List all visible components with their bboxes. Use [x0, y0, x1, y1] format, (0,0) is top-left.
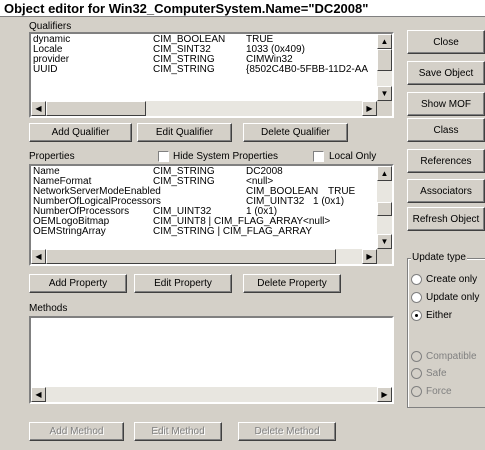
force-label: Force [426, 386, 452, 397]
qualifiers-label: Qualifiers [29, 21, 72, 32]
compatible-label: Compatible [426, 351, 477, 362]
class-button[interactable]: Class [407, 118, 485, 142]
scroll-left-icon[interactable]: ◀ [31, 387, 46, 402]
local-only-label: Local Only [329, 151, 377, 162]
properties-list[interactable]: Name CIM_STRING DC2008 NameFormat CIM_STRIN… [29, 164, 394, 266]
scroll-left-icon[interactable]: ◀ [31, 101, 46, 116]
references-button[interactable]: References [407, 149, 485, 173]
save-object-button[interactable]: Save Object [407, 61, 485, 85]
add-method-button[interactable]: Add Method [29, 422, 124, 441]
scroll-thumb[interactable] [46, 101, 146, 116]
either-label: Either [426, 310, 453, 321]
scroll-down-icon[interactable]: ▼ [377, 234, 392, 249]
update-type-label: Update type [411, 252, 467, 263]
either-radio[interactable] [411, 310, 422, 321]
force-radio[interactable] [411, 386, 422, 397]
create-only-radio[interactable] [411, 274, 422, 285]
table-row[interactable]: UUID CIM_STRING {8502C4B0-5FBB-11D2-AA [33, 65, 376, 75]
scroll-right-icon[interactable]: ▶ [362, 101, 377, 116]
edit-qualifier-button[interactable]: Edit Qualifier [137, 123, 232, 142]
compatible-radio[interactable] [411, 351, 422, 362]
refresh-object-button[interactable]: Refresh Object [407, 207, 485, 231]
show-mof-button[interactable]: Show MOF [407, 92, 485, 116]
qualifiers-list[interactable]: dynamic CIM_BOOLEAN TRUE Locale CIM_SINT32 1… [29, 32, 394, 118]
scroll-thumb[interactable] [377, 49, 392, 71]
scroll-down-icon[interactable]: ▼ [377, 86, 392, 101]
close-button[interactable]: Close [407, 30, 485, 54]
table-row[interactable]: OEMStringArray CIM_STRING | CIM_FLAG_ARRA… [33, 227, 376, 237]
create-only-label: Create only [426, 274, 478, 285]
methods-hscroll[interactable]: ◀ ▶ [31, 387, 392, 402]
associators-button[interactable]: Associators [407, 179, 485, 203]
delete-property-button[interactable]: Delete Property [243, 274, 341, 293]
radio-selected-icon [415, 314, 418, 317]
delete-qualifier-button[interactable]: Delete Qualifier [243, 123, 348, 142]
scroll-thumb[interactable] [46, 249, 336, 264]
scroll-up-icon[interactable]: ▲ [377, 34, 392, 49]
methods-label: Methods [29, 303, 68, 314]
hide-system-properties-label: Hide System Properties [173, 151, 279, 162]
scroll-up-icon[interactable]: ▲ [377, 166, 392, 181]
edit-property-button[interactable]: Edit Property [134, 274, 232, 293]
methods-list[interactable]: ◀ ▶ [29, 316, 394, 404]
scroll-thumb[interactable] [377, 202, 392, 216]
window-title: Object editor for Win32_ComputerSystem.N… [0, 0, 485, 17]
properties-label: Properties [29, 151, 75, 162]
update-only-label: Update only [426, 292, 480, 303]
safe-label: Safe [426, 368, 447, 379]
delete-method-button[interactable]: Delete Method [238, 422, 336, 441]
add-property-button[interactable]: Add Property [29, 274, 127, 293]
safe-radio[interactable] [411, 368, 422, 379]
hide-system-properties-checkbox[interactable] [158, 151, 169, 162]
qualifiers-vscroll[interactable]: ▲ ▼ [377, 34, 392, 101]
scroll-right-icon[interactable]: ▶ [362, 249, 377, 264]
scroll-right-icon[interactable]: ▶ [377, 387, 392, 402]
update-only-radio[interactable] [411, 292, 422, 303]
qualifiers-hscroll[interactable]: ◀ ▶ [31, 101, 377, 116]
properties-hscroll[interactable]: ◀ ▶ [31, 249, 377, 264]
add-qualifier-button[interactable]: Add Qualifier [29, 123, 132, 142]
local-only-checkbox[interactable] [313, 151, 324, 162]
scroll-left-icon[interactable]: ◀ [31, 249, 46, 264]
edit-method-button[interactable]: Edit Method [134, 422, 222, 441]
properties-vscroll[interactable]: ▲ ▼ [377, 166, 392, 249]
